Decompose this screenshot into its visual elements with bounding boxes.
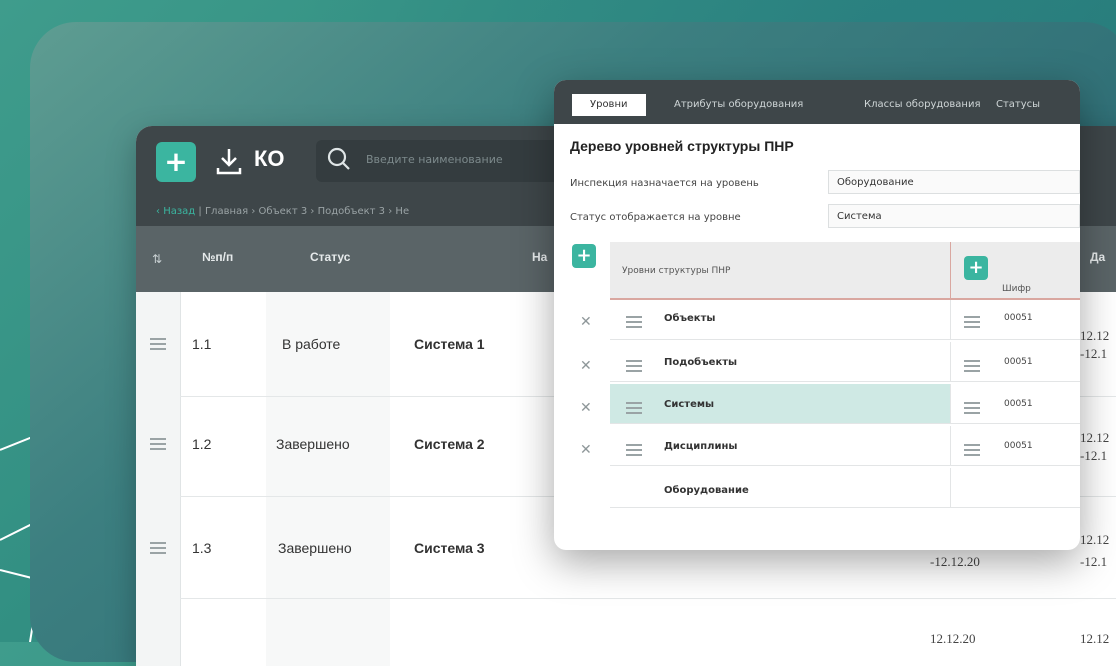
delete-icon[interactable]: ✕ bbox=[580, 314, 592, 330]
row-name[interactable]: Система 3 bbox=[414, 540, 485, 556]
code-cell[interactable] bbox=[950, 468, 1080, 508]
tab-equipment-classes[interactable]: Классы оборудования bbox=[864, 94, 980, 116]
popup-title: Дерево уровней структуры ПНР bbox=[570, 138, 794, 154]
level-code: 00051 bbox=[1004, 357, 1033, 367]
level-row[interactable] bbox=[610, 426, 950, 466]
add-level-button[interactable]: + bbox=[572, 244, 596, 268]
drag-handle-icon[interactable] bbox=[626, 444, 642, 456]
col-header-name[interactable]: На bbox=[532, 250, 547, 264]
drag-handle-icon[interactable] bbox=[964, 360, 980, 372]
row-status: Завершено bbox=[278, 540, 352, 556]
row-date-end: -12.1 bbox=[1080, 554, 1108, 569]
app-title: КО bbox=[254, 146, 285, 171]
row-date: 12.12.20 bbox=[930, 631, 976, 646]
row-date-start: 12.12 bbox=[1080, 430, 1110, 445]
level-name: Объекты bbox=[664, 313, 716, 324]
level-row[interactable] bbox=[610, 342, 950, 382]
col-header-number[interactable]: №п/п bbox=[202, 250, 233, 264]
download-icon[interactable] bbox=[214, 146, 244, 176]
breadcrumb-item[interactable]: Подобъект 3 bbox=[318, 206, 385, 217]
level-name: Дисциплины bbox=[664, 441, 738, 452]
row-date-end: -12.1 bbox=[1080, 448, 1108, 463]
tree-header: Уровни структуры ПНР bbox=[610, 242, 950, 300]
drag-handle-icon[interactable] bbox=[626, 402, 642, 414]
level-code: 00051 bbox=[1004, 399, 1033, 409]
breadcrumb: ‹ Назад | Главная › Объект 3 › Подобъект… bbox=[156, 206, 410, 217]
col-header-status[interactable]: Статус bbox=[310, 250, 350, 264]
level-row-selected[interactable] bbox=[610, 384, 950, 424]
status-level-select[interactable]: Система bbox=[828, 204, 1080, 228]
drag-handle-icon[interactable] bbox=[964, 444, 980, 456]
level-name: Системы bbox=[664, 399, 715, 410]
row-number: 1.2 bbox=[192, 436, 212, 452]
row-status: Завершено bbox=[276, 436, 350, 452]
breadcrumb-back[interactable]: ‹ Назад bbox=[156, 206, 195, 217]
row-divider bbox=[180, 598, 1116, 599]
tab-statuses[interactable]: Статусы bbox=[996, 94, 1040, 116]
level-name: Подобъекты bbox=[664, 357, 738, 368]
breadcrumb-item[interactable]: Объект 3 bbox=[259, 206, 308, 217]
delete-icon[interactable]: ✕ bbox=[580, 442, 592, 458]
sort-icon[interactable]: ⇅ bbox=[152, 252, 162, 266]
field-label: Статус отображается на уровне bbox=[570, 212, 741, 223]
row-name[interactable]: Система 1 bbox=[414, 336, 485, 352]
drag-handle-icon[interactable] bbox=[626, 360, 642, 372]
row-date-start: 12.12 bbox=[1080, 631, 1110, 646]
breadcrumb-item[interactable]: Главная bbox=[205, 206, 248, 217]
search-placeholder: Введите наименование bbox=[366, 153, 503, 166]
tab-levels[interactable]: Уровни bbox=[572, 94, 646, 116]
level-name: Оборудование bbox=[664, 485, 749, 496]
levels-popup: Уровни Атрибуты оборудования Классы обор… bbox=[554, 80, 1080, 550]
search-icon bbox=[327, 147, 350, 170]
tab-equipment-attributes[interactable]: Атрибуты оборудования bbox=[674, 94, 803, 116]
field-label: Инспекция назначается на уровень bbox=[570, 178, 759, 189]
row-status: В работе bbox=[282, 336, 341, 352]
delete-icon[interactable]: ✕ bbox=[580, 400, 592, 416]
drag-handle-icon[interactable] bbox=[964, 316, 980, 328]
inspection-level-select[interactable]: Оборудование bbox=[828, 170, 1080, 194]
row-number: 1.3 bbox=[192, 540, 212, 556]
add-code-button[interactable]: + bbox=[964, 256, 988, 280]
drag-handle-icon[interactable] bbox=[150, 438, 166, 450]
level-row[interactable] bbox=[610, 468, 950, 508]
row-date: -12.12.20 bbox=[930, 554, 980, 569]
breadcrumb-item[interactable]: Не bbox=[395, 206, 409, 217]
row-name[interactable]: Система 2 bbox=[414, 436, 485, 452]
row-date-start: 12.12 bbox=[1080, 328, 1110, 343]
row-date-end: -12.1 bbox=[1080, 346, 1108, 361]
level-row[interactable] bbox=[610, 300, 950, 340]
col-header-date[interactable]: Да bbox=[1090, 250, 1105, 264]
level-code: 00051 bbox=[1004, 441, 1033, 451]
code-header-label: Шифр bbox=[1002, 284, 1031, 294]
drag-handle-icon[interactable] bbox=[964, 402, 980, 414]
drag-handle-icon[interactable] bbox=[150, 542, 166, 554]
level-code: 00051 bbox=[1004, 313, 1033, 323]
row-number: 1.1 bbox=[192, 336, 212, 352]
row-date-start: 12.12 bbox=[1080, 532, 1110, 547]
add-button[interactable]: + bbox=[156, 142, 196, 182]
drag-handle-icon[interactable] bbox=[150, 338, 166, 350]
drag-handle-icon[interactable] bbox=[626, 316, 642, 328]
delete-icon[interactable]: ✕ bbox=[580, 358, 592, 374]
